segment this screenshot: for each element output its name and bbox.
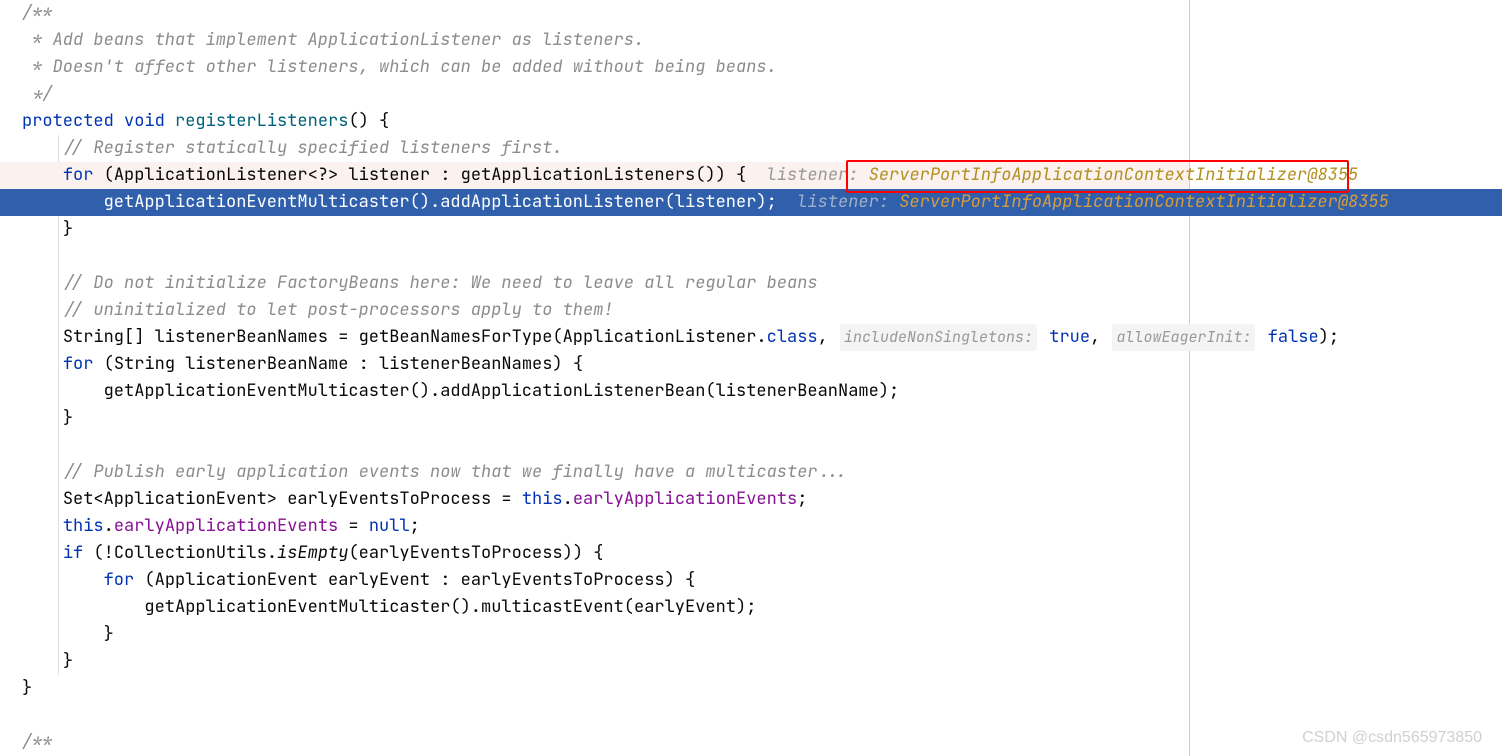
code-line: if (!CollectionUtils.isEmpty(earlyEvents…: [0, 540, 1189, 567]
javadoc-line: * Doesn't affect other listeners, which …: [22, 54, 777, 81]
watermark: CSDN @csdn565973850: [1302, 724, 1482, 751]
code-line: [0, 432, 1189, 459]
code-line: [0, 243, 1189, 270]
inlay-param: allowEagerInit:: [1112, 324, 1255, 351]
code-line: [0, 702, 1189, 729]
code-line: }: [0, 648, 1189, 675]
code-line: }: [0, 675, 1189, 702]
code-line: protected void registerListeners() {: [0, 108, 1189, 135]
code-line: }: [0, 216, 1189, 243]
inlay-value: ServerPortInfoApplicationContextInitiali…: [889, 189, 1389, 216]
code-line: for (ApplicationEvent earlyEvent : early…: [0, 567, 1189, 594]
inlay-hint: listener:: [746, 162, 868, 189]
code-line: Set<ApplicationEvent> earlyEventsToProce…: [0, 486, 1189, 513]
code-line-execution: getApplicationEventMulticaster().addAppl…: [0, 189, 1502, 216]
code-line: String[] listenerBeanNames = getBeanName…: [0, 324, 1189, 351]
code-line: }: [0, 405, 1189, 432]
code-editor[interactable]: /** * Add beans that implement Applicati…: [0, 0, 1502, 756]
code-line: // Register statically specified listene…: [0, 135, 1189, 162]
inlay-param: includeNonSingletons:: [840, 324, 1037, 351]
code-line: */: [0, 81, 1189, 108]
code-line: for (String listenerBeanName : listenerB…: [0, 351, 1189, 378]
code-line: * Doesn't affect other listeners, which …: [0, 54, 1189, 81]
inlay-value: ServerPortInfoApplicationContextInitiali…: [869, 162, 1359, 189]
javadoc-open: /**: [22, 0, 53, 27]
code-line: }: [0, 621, 1189, 648]
javadoc-close: */: [22, 81, 53, 108]
javadoc-line: * Add beans that implement ApplicationLi…: [22, 27, 644, 54]
code-line: getApplicationEventMulticaster().multica…: [0, 594, 1189, 621]
code-line: * Add beans that implement ApplicationLi…: [0, 27, 1189, 54]
inlay-hint: listener:: [777, 189, 889, 216]
code-line: // Publish early application events now …: [0, 459, 1189, 486]
code-line-current: for (ApplicationListener<?> listener : g…: [0, 162, 1189, 189]
code-line: // Do not initialize FactoryBeans here: …: [0, 270, 1189, 297]
code-line: getApplicationEventMulticaster().addAppl…: [0, 378, 1189, 405]
code-line: // uninitialized to let post-processors …: [0, 297, 1189, 324]
code-area[interactable]: /** * Add beans that implement Applicati…: [0, 0, 1190, 756]
code-line: /**: [0, 729, 1189, 756]
code-line: /**: [0, 0, 1189, 27]
code-line: this.earlyApplicationEvents = null;: [0, 513, 1189, 540]
